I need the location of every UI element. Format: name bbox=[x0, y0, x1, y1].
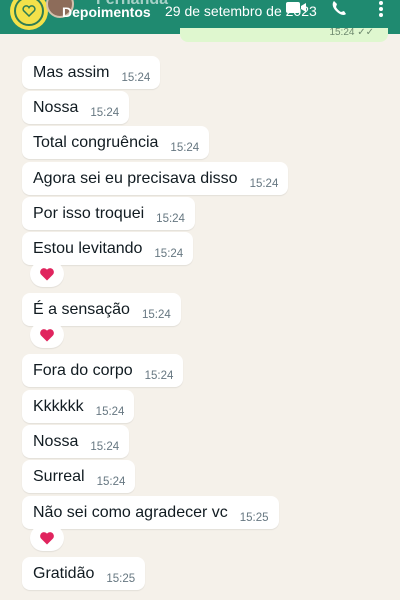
message-time: 15:25 bbox=[106, 573, 136, 585]
message-text: Nossa bbox=[33, 433, 79, 450]
message-time: 15:24 bbox=[121, 72, 151, 84]
message-time: 15:25 bbox=[239, 512, 269, 524]
message-time: 15:24 bbox=[95, 406, 125, 418]
message-time: 15:24 bbox=[156, 213, 185, 225]
message-bubble[interactable]: Fora do corpo 15:24 bbox=[22, 354, 184, 387]
message-time: 15:24 bbox=[144, 370, 174, 382]
message-time: 15:24 bbox=[90, 107, 120, 119]
reaction-badge[interactable] bbox=[30, 322, 64, 348]
heart-icon bbox=[39, 266, 55, 282]
message-bubble[interactable]: Não sei como agradecer vc 15:25 bbox=[22, 496, 279, 529]
message-text: Fora do corpo bbox=[33, 362, 133, 379]
heart-icon bbox=[39, 530, 55, 546]
message-time: 15:24 bbox=[249, 178, 279, 190]
message-list: Mas assim 15:24 Nossa 15:24 Total congru… bbox=[0, 0, 400, 600]
message-bubble[interactable]: Surreal 15:24 bbox=[22, 460, 136, 493]
message-text: Mas assim bbox=[33, 64, 110, 81]
message-text: Estou levitando bbox=[33, 240, 143, 257]
message-text: Gratidão bbox=[33, 565, 95, 582]
message-text: Não sei como agradecer vc bbox=[33, 504, 228, 521]
message-bubble[interactable]: Gratidão 15:25 bbox=[22, 557, 146, 590]
message-bubble[interactable]: Total congruência 15:24 bbox=[22, 126, 210, 159]
message-bubble[interactable]: Nossa 15:24 bbox=[22, 425, 130, 458]
message-time: 15:24 bbox=[170, 142, 200, 154]
message-text: Kkkkkk bbox=[33, 398, 84, 415]
reaction-badge[interactable] bbox=[30, 261, 64, 287]
heart-icon bbox=[39, 327, 55, 343]
message-bubble[interactable]: Nossa 15:24 bbox=[22, 91, 130, 124]
message-time: 15:24 bbox=[90, 441, 120, 453]
message-time: 15:24 bbox=[154, 248, 184, 260]
message-bubble[interactable]: Mas assim 15:24 bbox=[22, 56, 161, 89]
message-text: Agora sei eu precisava disso bbox=[33, 170, 238, 187]
message-time: 15:24 bbox=[141, 309, 171, 321]
message-bubble[interactable]: Por isso troquei 15:24 bbox=[22, 197, 195, 230]
message-text: É a sensação bbox=[33, 301, 130, 318]
message-bubble[interactable]: Kkkkkk 15:24 bbox=[22, 390, 135, 423]
message-text: Total congruência bbox=[33, 134, 159, 151]
reaction-badge[interactable] bbox=[30, 525, 64, 551]
message-text: Por isso troquei bbox=[33, 205, 145, 222]
message-text: Nossa bbox=[33, 99, 79, 116]
message-bubble[interactable]: Agora sei eu precisava disso 15:24 bbox=[22, 162, 289, 195]
message-text: Surreal bbox=[33, 468, 85, 485]
message-time: 15:24 bbox=[96, 476, 126, 488]
